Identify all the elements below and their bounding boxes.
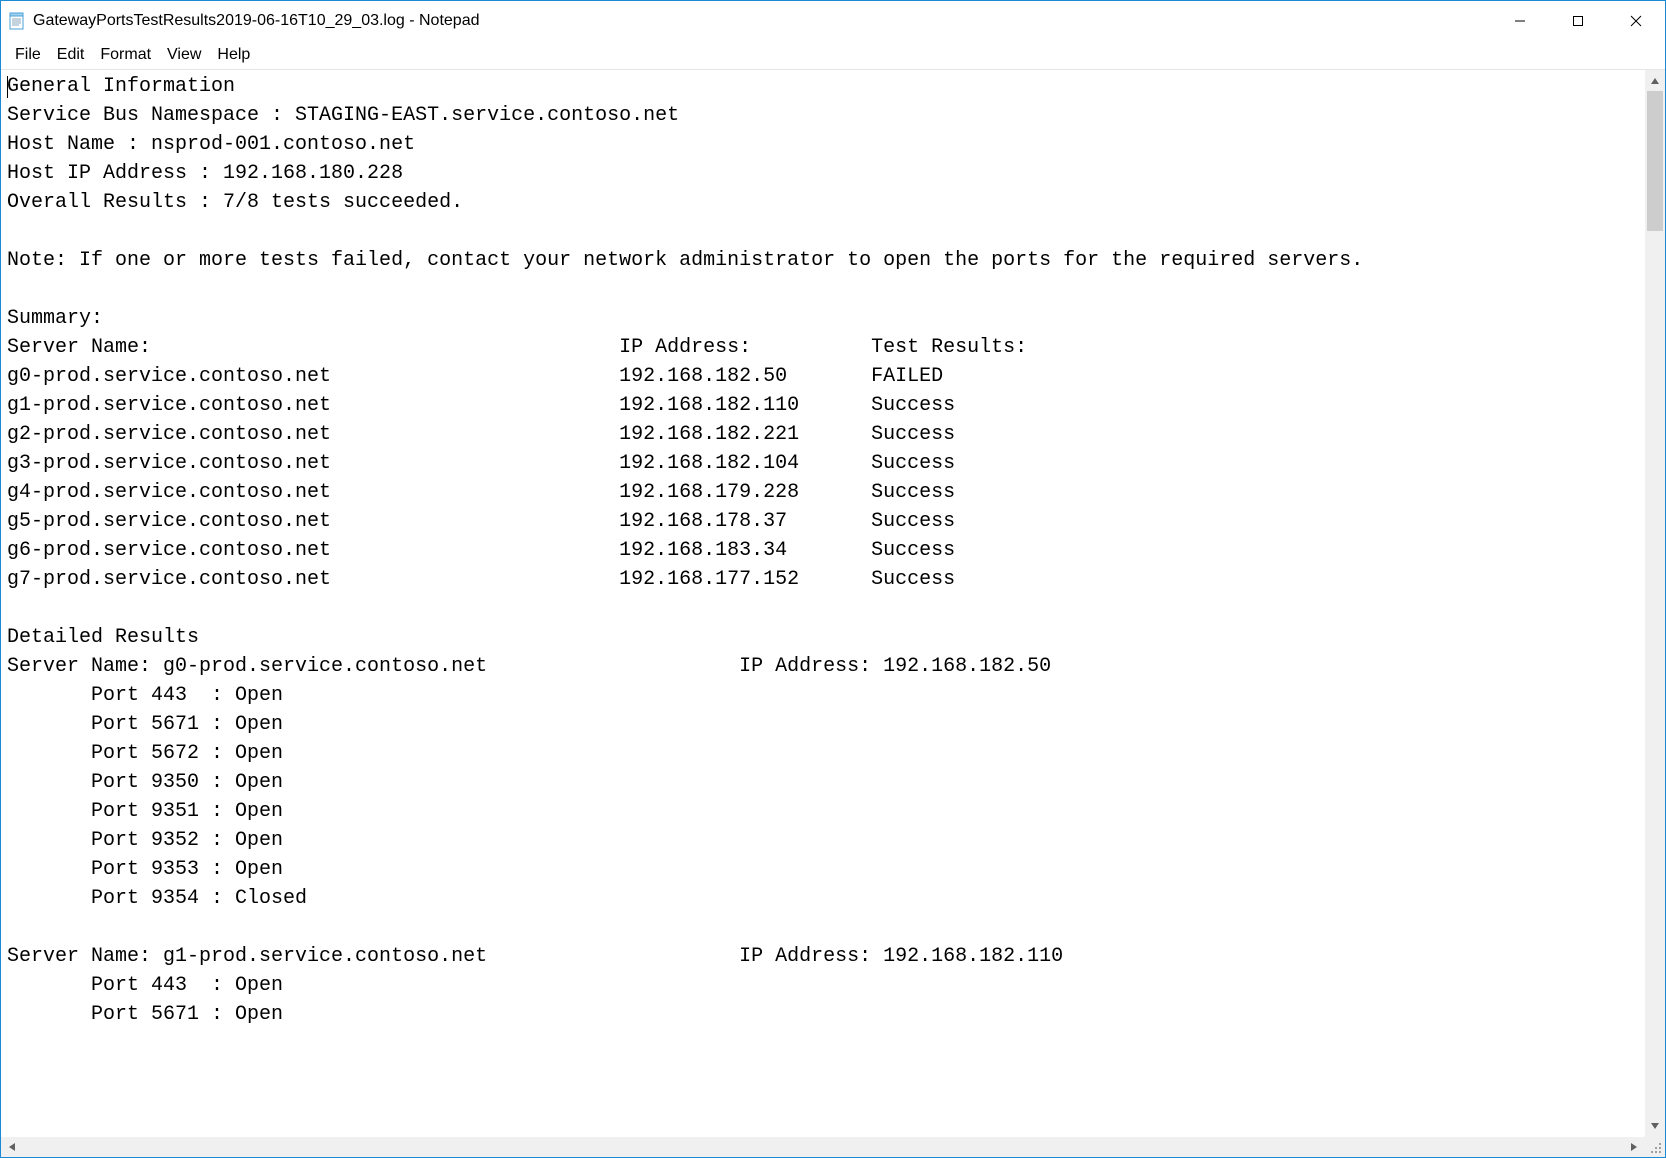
resize-grip[interactable] — [1644, 1136, 1665, 1157]
titlebar[interactable]: GatewayPortsTestResults2019-06-16T10_29_… — [1, 1, 1665, 41]
minimize-button[interactable] — [1491, 1, 1549, 41]
window-controls — [1491, 1, 1665, 41]
menubar: File Edit Format View Help — [1, 41, 1665, 69]
text-editor[interactable]: General Information Service Bus Namespac… — [1, 70, 1644, 1136]
text-caret — [7, 76, 8, 98]
scroll-down-icon[interactable] — [1645, 1115, 1665, 1136]
menu-file[interactable]: File — [7, 44, 49, 66]
menu-view[interactable]: View — [159, 44, 209, 66]
menu-format[interactable]: Format — [92, 44, 159, 66]
window-title: GatewayPortsTestResults2019-06-16T10_29_… — [33, 12, 480, 30]
scroll-up-icon[interactable] — [1645, 70, 1665, 91]
menu-help[interactable]: Help — [209, 44, 258, 66]
maximize-button[interactable] — [1549, 1, 1607, 41]
notepad-window: GatewayPortsTestResults2019-06-16T10_29_… — [0, 0, 1666, 1158]
content-area: General Information Service Bus Namespac… — [1, 69, 1665, 1157]
scroll-left-icon[interactable] — [1, 1137, 22, 1157]
horizontal-scrollbar[interactable] — [1, 1136, 1644, 1157]
vertical-scrollbar[interactable] — [1644, 70, 1665, 1136]
close-button[interactable] — [1607, 1, 1665, 41]
notepad-app-icon — [7, 11, 27, 31]
scroll-right-icon[interactable] — [1623, 1137, 1644, 1157]
menu-edit[interactable]: Edit — [49, 44, 93, 66]
vertical-scroll-thumb[interactable] — [1647, 91, 1663, 231]
